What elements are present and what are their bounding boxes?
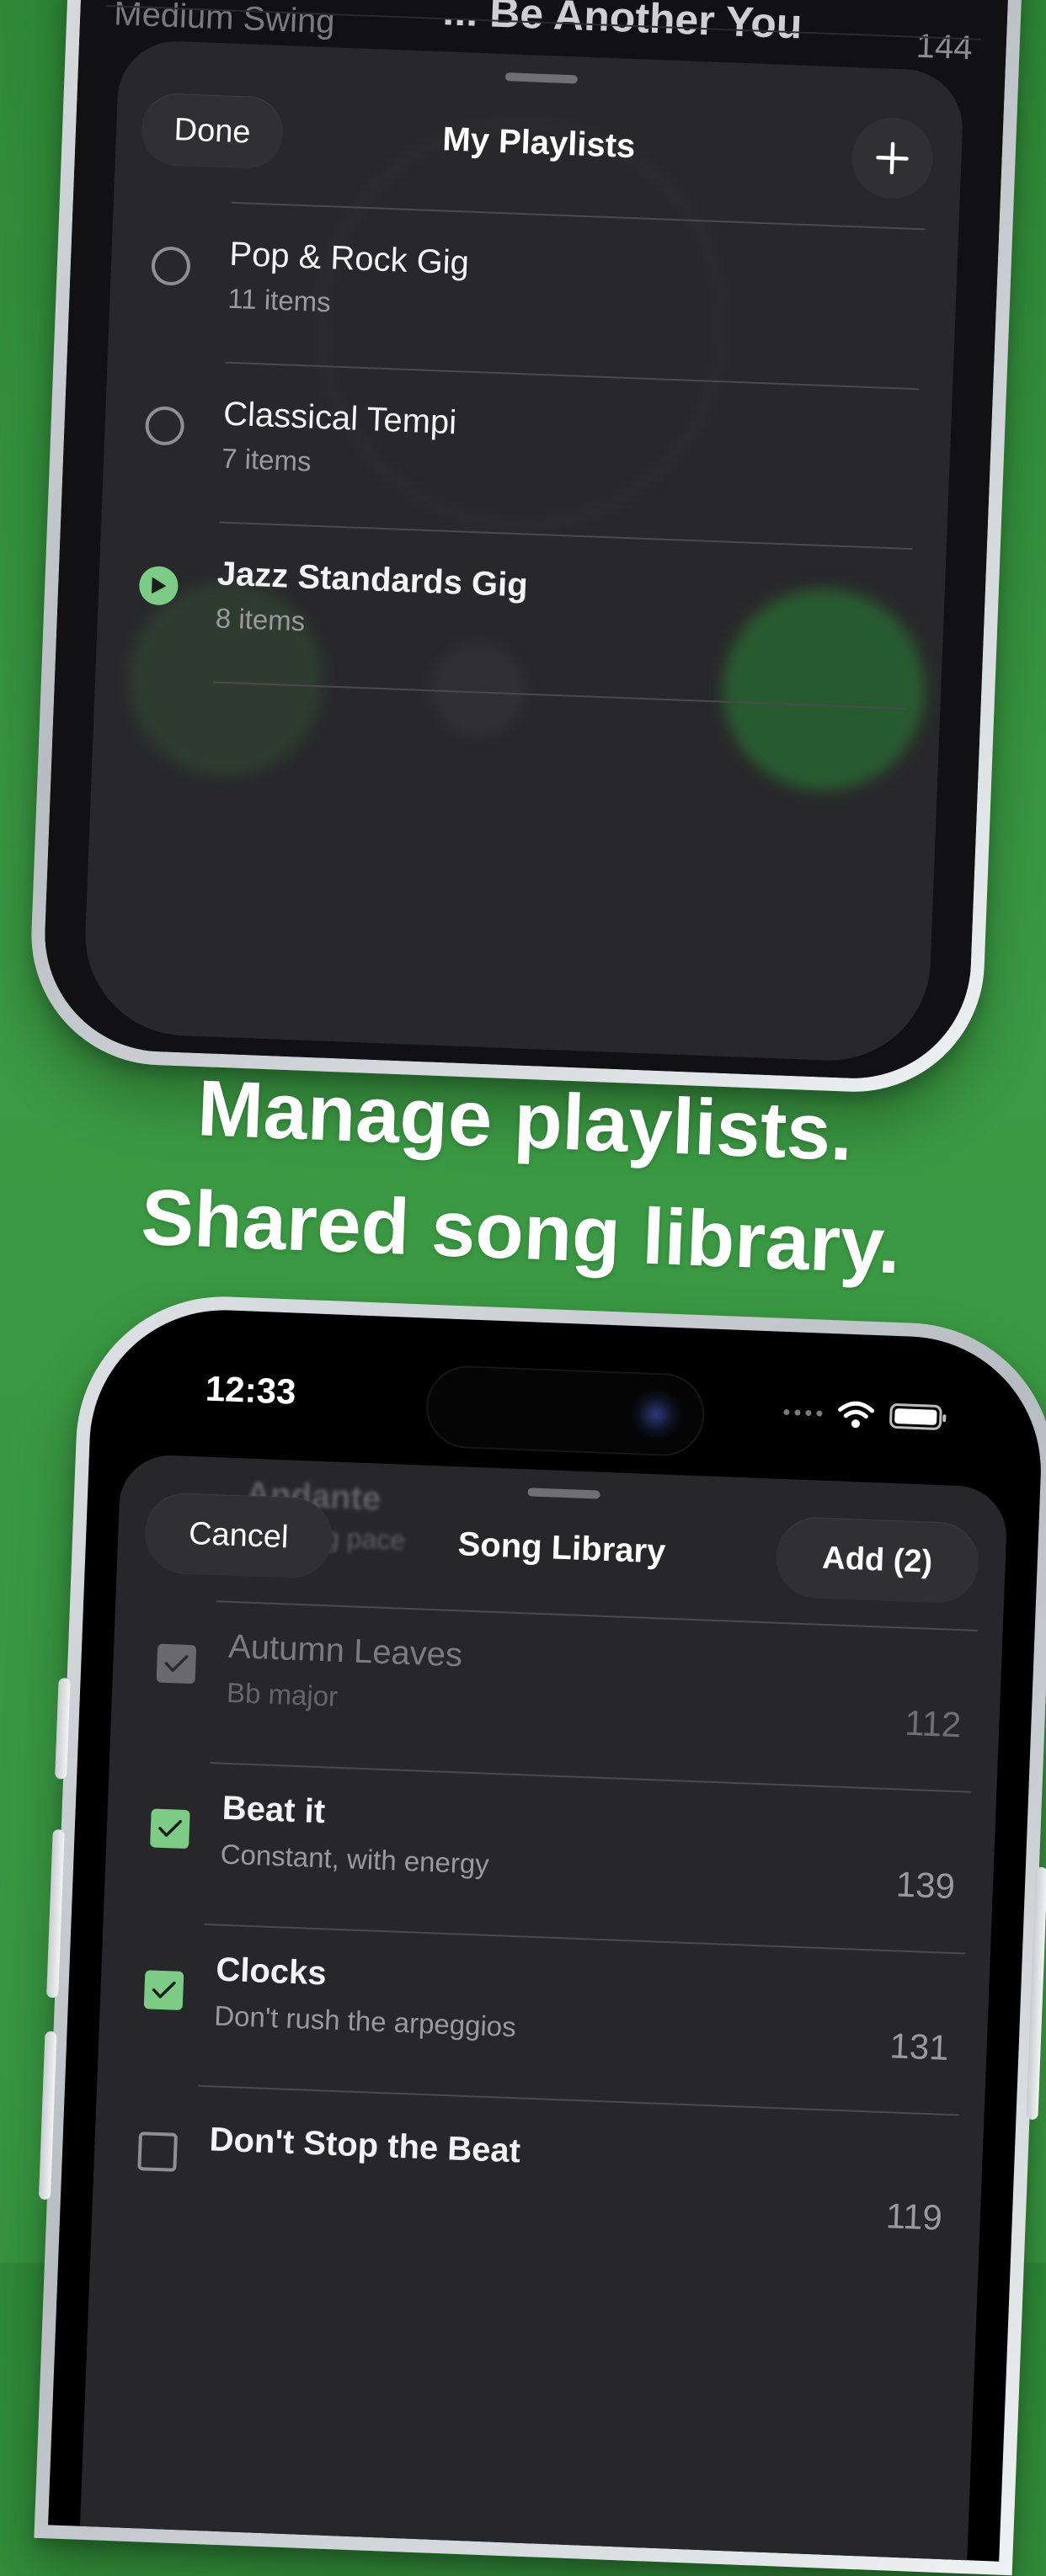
song-subtitle: Constant, with energy [220,1838,490,1880]
radio-unselected-icon[interactable] [144,406,185,446]
checkmark-icon [152,1981,176,1999]
song-row[interactable]: Don't Stop the Beat 119 [91,2083,985,2276]
bottom-phone-screen: 12:33 Andante Walking pace Cancel Song L… [48,1305,1046,2562]
checkbox-checked-disabled-icon [156,1643,197,1685]
song-title: Autumn Leaves [227,1627,463,1674]
song-title: Beat it [221,1789,326,1831]
checkbox-checked-icon[interactable] [150,1808,190,1850]
song-subtitle: Bb major [226,1676,339,1712]
song-tempo: 139 [895,1864,956,1907]
power-button [1026,1866,1046,2121]
play-triangle-icon [151,577,167,594]
background-song-number: 144 [915,27,974,67]
wifi-icon [838,1401,875,1429]
song-tempo: 112 [904,1702,963,1745]
volume-down-button [38,2030,57,2201]
top-phone-screen: Medium Swing ... Be Another You 144 Done… [40,0,1015,1083]
song-library-header: Cancel Song Library Add (2) [116,1491,1006,1617]
bottom-phone-frame: 12:33 Andante Walking pace Cancel Song L… [34,1291,1046,2576]
marketing-headline: Manage playlists. Shared song library. [0,1045,1046,1307]
volume-up-button [46,1828,65,1999]
status-time: 12:33 [205,1368,297,1412]
playlist-count: 11 items [227,282,332,318]
add-playlist-button[interactable] [850,116,935,200]
play-selected-icon[interactable] [138,565,179,606]
my-playlists-sheet: Done My Playlists Pop & Rock Gig 11 item… [81,39,965,1065]
playlist-count: 7 items [221,442,312,477]
playlist-name: Jazz Standards Gig [216,555,529,604]
song-title: Don't Stop the Beat [208,2121,521,2170]
checkbox-empty-icon[interactable] [137,2132,179,2172]
battery-icon [889,1402,942,1431]
song-library-sheet: Andante Walking pace Cancel Song Library… [78,1453,1009,2562]
radio-unselected-icon[interactable] [151,246,191,286]
song-tempo: 131 [889,2025,950,2068]
plus-icon [876,141,909,175]
add-songs-button[interactable]: Add (2) [774,1515,980,1605]
sheet-grabber[interactable] [527,1488,600,1499]
checkbox-checked-icon[interactable] [143,1970,184,2010]
song-subtitle: Don't rush the arpeggios [213,1999,517,2043]
cellular-icon [783,1408,823,1417]
top-phone-frame: Medium Swing ... Be Another You 144 Done… [26,0,1029,1097]
checkmark-icon [164,1655,189,1673]
playlist-count: 8 items [215,602,306,637]
playlists-sheet-header: Done My Playlists [115,91,963,216]
song-tempo: 119 [885,2195,943,2238]
song-title: Clocks [215,1951,328,1993]
status-icons [783,1392,943,1437]
action-button [55,1678,71,1780]
checkmark-icon [158,1819,182,1837]
playlist-name: Classical Tempi [222,395,458,442]
playlist-name: Pop & Rock Gig [228,235,470,282]
sheet-grabber[interactable] [504,72,578,84]
